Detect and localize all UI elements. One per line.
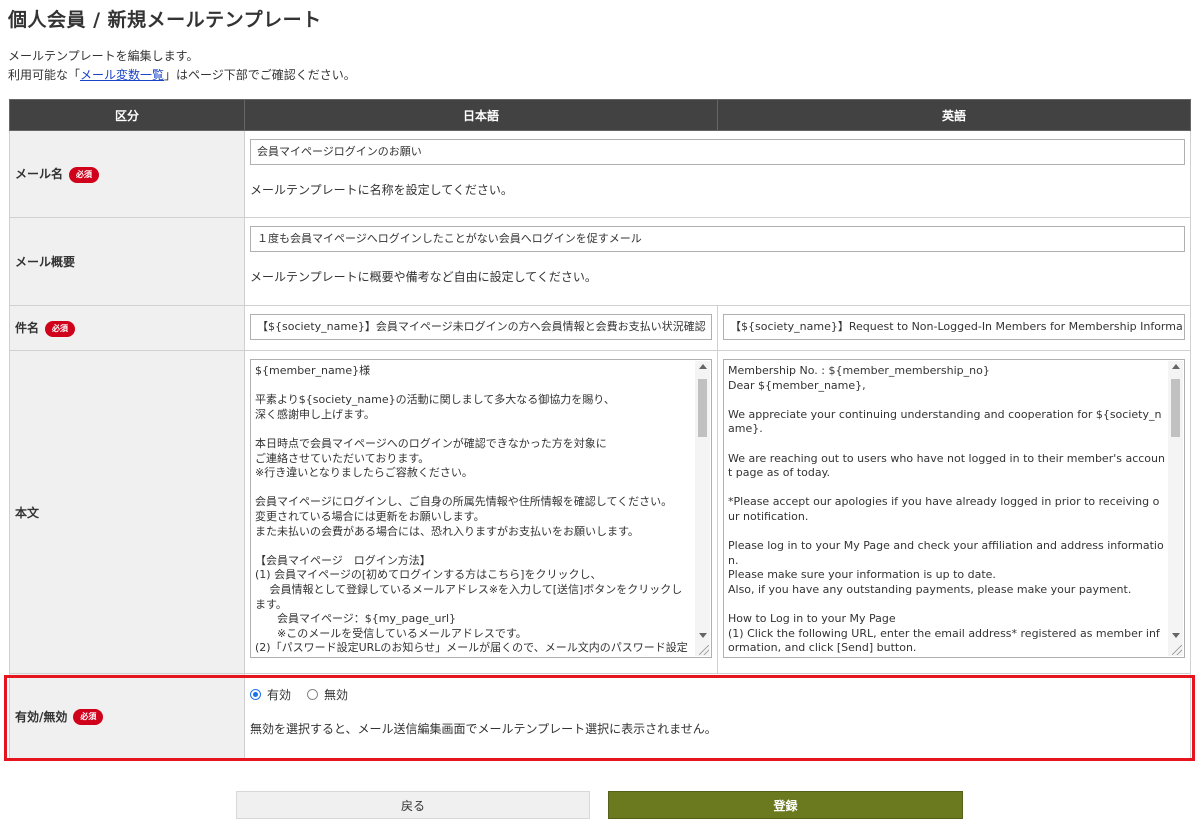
resize-grip-icon[interactable]: [699, 645, 709, 655]
label-mail-name-text: メール名: [15, 167, 64, 182]
label-status: 有効/無効 必須: [9, 673, 245, 760]
row-mail-name: メール名 必須 会員マイページログインのお願い メールテンプレートに名称を設定して…: [9, 130, 1191, 218]
subject-en-input[interactable]: 【${society_name}】Request to Non-Logged-I…: [723, 314, 1185, 340]
radio-enabled[interactable]: [250, 689, 261, 700]
mail-name-help: メールテンプレートに名称を設定してください。: [250, 183, 513, 197]
label-mail-summary-text: メール概要: [15, 255, 76, 269]
cell-subject-ja: 【${society_name}】会員マイページ未ログインの方へ会員情報と会費お…: [244, 305, 718, 351]
save-button[interactable]: 登録: [608, 791, 963, 819]
label-subject: 件名 必須: [9, 305, 245, 351]
body-en-textarea[interactable]: Membership No. : ${member_membership_no}…: [723, 359, 1185, 658]
radio-disabled-label[interactable]: 無効: [324, 686, 348, 703]
status-radio-group: 有効 無効: [250, 686, 1185, 703]
radio-enabled-label[interactable]: 有効: [267, 686, 291, 703]
label-mail-summary: メール概要: [9, 217, 245, 306]
label-mail-name: メール名 必須: [9, 130, 245, 218]
cell-body-en: Membership No. : ${member_membership_no}…: [717, 350, 1191, 674]
mail-name-input[interactable]: 会員マイページログインのお願い: [250, 139, 1185, 165]
header-japanese: 日本語: [244, 99, 718, 131]
scroll-thumb[interactable]: [1171, 379, 1180, 437]
header-english: 英語: [717, 99, 1191, 131]
cell-mail-name: 会員マイページログインのお願い メールテンプレートに名称を設定してください。: [244, 130, 1191, 218]
label-subject-text: 件名: [15, 321, 40, 336]
body-en-scrollbar[interactable]: [1168, 361, 1183, 656]
scroll-down-icon[interactable]: [1172, 633, 1180, 638]
required-badge: 必須: [45, 320, 76, 337]
row-mail-summary: メール概要 １度も会員マイページへログインしたことがない会員へログインを促すメー…: [9, 217, 1191, 306]
intro-line-2: 利用可能な「メール変数一覧」はページ下部でご確認ください。: [8, 66, 356, 85]
cell-subject-en: 【${society_name}】Request to Non-Logged-I…: [717, 305, 1191, 351]
scroll-down-icon[interactable]: [699, 633, 707, 638]
scroll-up-icon[interactable]: [699, 364, 707, 369]
label-body: 本文: [9, 350, 245, 674]
intro-text: メールテンプレートを編集します。 利用可能な「メール変数一覧」はページ下部でご確…: [8, 47, 356, 85]
mail-summary-help: メールテンプレートに概要や備考など自由に設定してください。: [250, 270, 597, 284]
row-status: 有効/無効 必須 有効 無効 無効を選択すると、メール送信編集画面でメールテンプレ…: [9, 673, 1191, 760]
intro-prefix: 利用可能な「: [8, 68, 81, 82]
body-ja-textarea[interactable]: ${member_name}様 平素より${society_name}の活動に関…: [250, 359, 712, 658]
page-title: 個人会員 / 新規メールテンプレート: [8, 9, 322, 31]
table-header-row: 区分 日本語 英語: [9, 99, 1191, 131]
label-body-text: 本文: [15, 505, 40, 520]
required-badge: 必須: [69, 166, 100, 183]
template-form-table: 区分 日本語 英語 メール名 必須 会員マイページログインのお願い メールテンプレ…: [9, 99, 1191, 760]
cell-mail-summary: １度も会員マイページへログインしたことがない会員へログインを促すメール メールテ…: [244, 217, 1191, 306]
status-help: 無効を選択すると、メール送信編集画面でメールテンプレート選択に表示されません。: [250, 722, 717, 736]
intro-line-1: メールテンプレートを編集します。: [8, 49, 199, 63]
cell-body-ja: ${member_name}様 平素より${society_name}の活動に関…: [244, 350, 718, 674]
required-badge: 必須: [73, 709, 104, 726]
mail-variables-link[interactable]: メール変数一覧: [80, 68, 164, 82]
intro-suffix: 」はページ下部でご確認ください。: [164, 68, 356, 82]
row-subject: 件名 必須 【${society_name}】会員マイページ未ログインの方へ会員情…: [9, 305, 1191, 351]
body-ja-scrollbar[interactable]: [695, 361, 710, 656]
radio-disabled[interactable]: [307, 689, 319, 700]
label-status-text: 有効/無効: [15, 709, 68, 724]
scroll-up-icon[interactable]: [1172, 364, 1180, 369]
subject-ja-input[interactable]: 【${society_name}】会員マイページ未ログインの方へ会員情報と会費お…: [250, 314, 712, 340]
scroll-thumb[interactable]: [698, 379, 707, 437]
body-ja-text: ${member_name}様 平素より${society_name}の活動に関…: [255, 364, 688, 657]
header-category: 区分: [9, 99, 245, 131]
cell-status: 有効 無効 無効を選択すると、メール送信編集画面でメールテンプレート選択に表示さ…: [244, 673, 1191, 760]
row-body: 本文 ${member_name}様 平素より${society_name}の活…: [9, 350, 1191, 674]
mail-summary-input[interactable]: １度も会員マイページへログインしたことがない会員へログインを促すメール: [250, 226, 1185, 252]
back-button[interactable]: 戻る: [236, 791, 590, 819]
resize-grip-icon[interactable]: [1172, 645, 1182, 655]
body-en-text: Membership No. : ${member_membership_no}…: [728, 364, 1165, 657]
